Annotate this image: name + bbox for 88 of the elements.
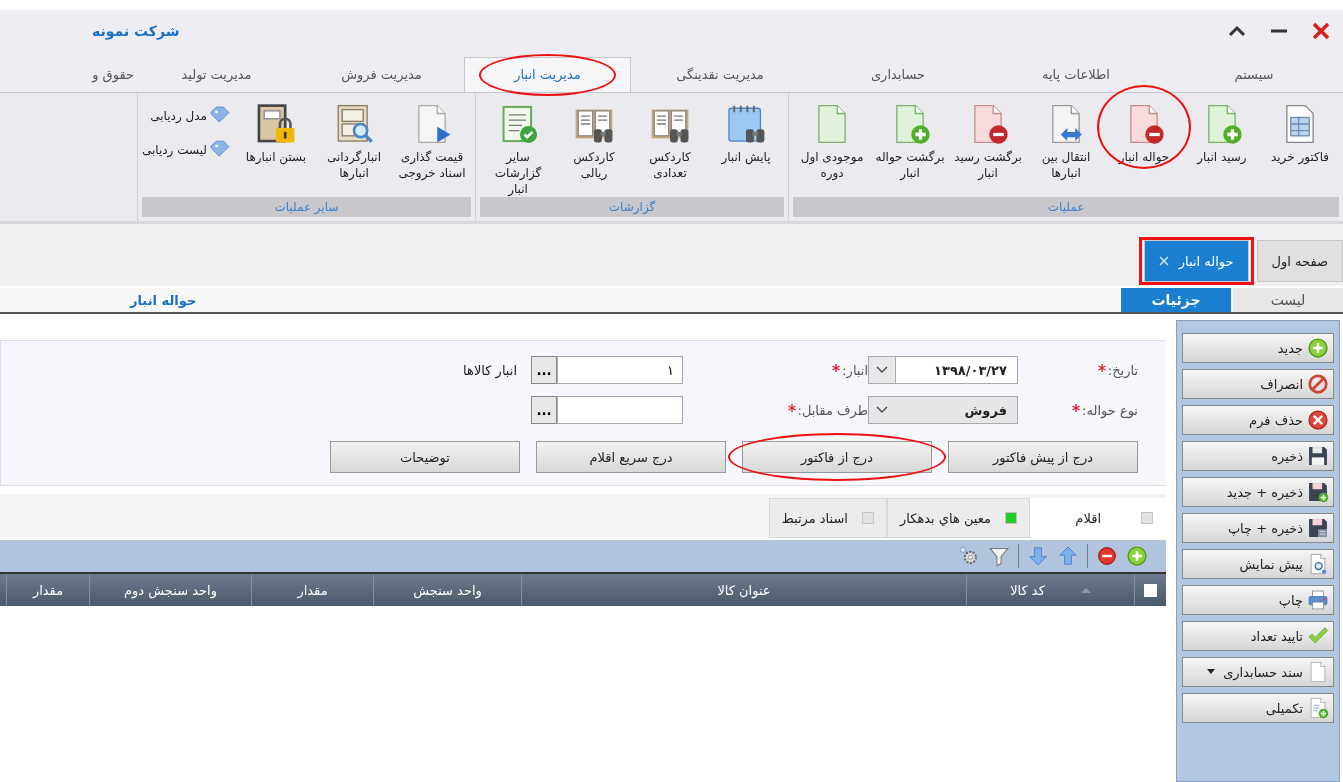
arrow-up-icon[interactable] [1057,545,1079,567]
group-label: گزارشات [480,197,784,217]
ribbon-tab[interactable]: مدیریت فروش [299,58,464,92]
sidebar-button[interactable]: ذخیره + جدید [1182,477,1334,507]
chevron-down-icon [876,366,888,374]
column-header[interactable]: مقدار [297,582,328,598]
add-icon[interactable] [1126,545,1148,567]
form-button[interactable]: درج از پیش فاکتور [948,441,1138,473]
sort-arrow-icon[interactable] [1080,587,1091,593]
notepad-binoculars-icon [725,103,767,145]
view-tab[interactable]: لیست [1233,288,1343,312]
printer-icon [1307,589,1329,611]
sidebar-button[interactable]: انصراف [1182,369,1334,399]
preview-icon [1307,553,1329,575]
warehouse-name: انبار کالاها [463,362,517,378]
document-icon [1307,661,1329,683]
group-label: سایر عملیات [141,197,471,217]
checkbox[interactable] [1144,583,1157,597]
floppy-plus-icon [1307,481,1329,503]
ribbon-button[interactable]: پایش انبار [708,97,784,165]
form-button[interactable]: درج از فاکتور [742,441,932,473]
form-button[interactable]: توضیحات [330,441,520,473]
page-title: حواله انبار [130,292,197,308]
close-circle-icon [1307,409,1329,431]
ribbon-tab[interactable]: مدیریت تولید [134,58,299,92]
sidebar-button[interactable]: چاپ [1182,585,1334,615]
document-plus-icon [1307,697,1329,719]
window-title: شرکت نمونه [92,23,180,39]
ribbon-tab[interactable]: حقوق و [54,58,134,92]
book-lock-icon [255,103,297,145]
sidebar-button[interactable]: ذخیره [1182,441,1334,471]
ribbon-link[interactable]: مدل ردیابی [141,105,231,127]
column-header[interactable]: واحد سنجش [413,582,482,598]
field-label: انبار: [842,362,868,378]
ribbon-tab[interactable]: حسابداری [809,58,987,92]
settings-icon[interactable] [958,545,980,567]
ribbon-button[interactable]: فاکتور خرید [1261,97,1339,165]
arrow-down-icon[interactable] [1027,545,1049,567]
column-header[interactable]: عنوان کالا [717,582,771,598]
ban-icon [1307,373,1329,395]
sidebar-button[interactable]: تکمیلی [1182,693,1334,723]
floppy-printer-icon [1307,517,1329,539]
ribbon-button[interactable]: موجودی اول دوره [793,97,871,181]
sidebar-button[interactable]: ذخیره + چاپ [1182,513,1334,543]
input-field[interactable]: ۱ [557,356,683,384]
dropdown-field[interactable]: ۱۳۹۸/۰۳/۲۷ [868,356,1018,384]
ribbon-button[interactable]: کاردکس ریالی [556,97,632,181]
ribbon-button[interactable]: برگشت حواله انبار [871,97,949,181]
browse-button[interactable]: ... [531,356,557,384]
ribbon-button[interactable]: رسید انبار [1183,97,1261,165]
sidebar-button[interactable]: جدید [1182,333,1334,363]
ribbon-link[interactable]: لیست ردیابی [141,139,231,161]
filter-icon[interactable] [988,545,1010,567]
detail-tab[interactable]: اسناد مرتبط [768,498,887,538]
sidebar-button[interactable]: تایید تعداد [1182,621,1334,651]
input-field[interactable] [557,396,683,424]
document-tab[interactable]: صفحه اول [1256,240,1343,282]
plus-icon [1307,337,1329,359]
ribbon-button[interactable]: کاردکس تعدادی [632,97,708,181]
detail-tab[interactable]: معین هاي بدهکار [886,498,1030,538]
ribbon-button[interactable]: برگشت رسید انبار [949,97,1027,181]
dropdown-field[interactable]: فروش [868,396,1018,424]
field-label: تاریخ: [1107,362,1138,378]
ribbon-button[interactable]: سایر گزارشات انبار [480,97,556,197]
detail-tab[interactable]: اقلام [1030,498,1166,538]
column-header[interactable]: واحد سنجش دوم [124,582,217,598]
column-header[interactable]: کد کالا [1010,582,1045,598]
column-header[interactable]: مقدار [32,582,64,598]
sidebar-button[interactable]: سند حسابداری [1182,657,1334,687]
chevron-down-icon [876,406,888,414]
ribbon-button[interactable]: قیمت گذاری اسناد خروجی [393,97,471,181]
remove-icon[interactable] [1096,545,1118,567]
floppy-icon [1307,445,1329,467]
ribbon-button[interactable]: انبارگردانی انبارها [315,97,393,181]
sidebar-button[interactable]: حذف فرم [1182,405,1334,435]
ribbon-tab[interactable]: مدیریت نقدینگی [631,58,809,92]
view-tab[interactable]: جزئیات [1121,288,1231,312]
sidebar-button[interactable]: پیش نمایش [1182,549,1334,579]
close-icon[interactable] [1311,21,1331,41]
field-label: نوع حواله: [1082,402,1138,418]
ribbon-tab[interactable]: اطلاعات پایه [987,58,1165,92]
field-label: طرف مقابل: [797,402,868,418]
browse-button[interactable]: ... [531,396,557,424]
ribbon-button[interactable]: انتقال بین انبارها [1027,97,1105,181]
form-button[interactable]: درج سریع اقلام [536,441,726,473]
group-label: عملیات [793,197,1339,217]
ribbon-button[interactable]: بستن انبارها [237,97,315,165]
ribbon-tab[interactable]: سیستم [1165,58,1343,92]
